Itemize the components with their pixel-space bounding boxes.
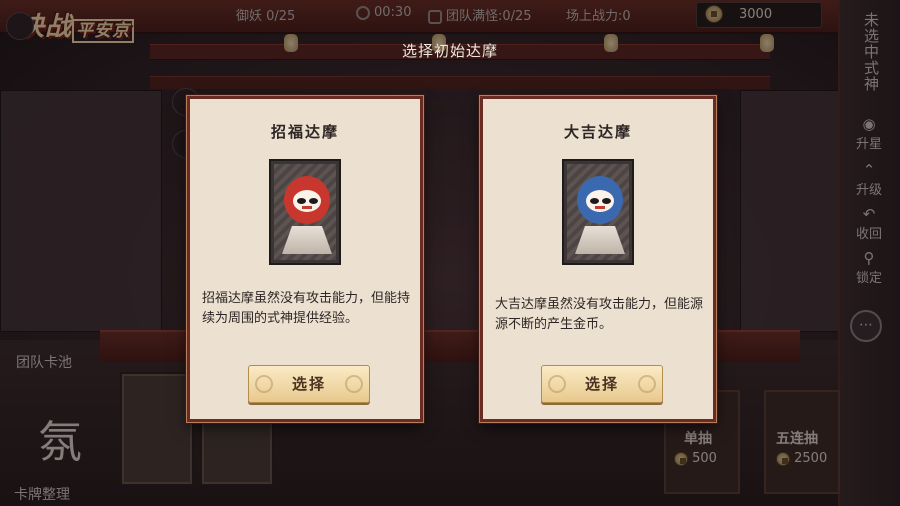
swirl-icon (638, 375, 656, 393)
card-description: 大吉达摩虽然没有攻击能力，但能源源不断的产生金币。 (495, 297, 704, 332)
blue-daruma-icon (577, 176, 623, 224)
swirl-icon (548, 375, 566, 393)
modal-title: 选择初始达摩 (401, 42, 498, 60)
daruma-card-fortune[interactable]: 招福达摩 招福达摩虽然没有攻击能力，但能持续为周围的式神提供经验。 选择 (186, 95, 424, 423)
red-daruma-icon (284, 176, 330, 224)
swirl-icon (255, 375, 273, 393)
daruma-portrait (562, 159, 634, 265)
daruma-card-luck[interactable]: 大吉达摩 大吉达摩虽然没有攻击能力，但能源源不断的产生金币。 选择 (479, 95, 717, 423)
select-button[interactable]: 选择 (541, 365, 663, 403)
select-button[interactable]: 选择 (248, 365, 370, 403)
daruma-portrait (269, 159, 341, 265)
card-name: 大吉达摩 (563, 123, 632, 141)
modal-backdrop (0, 0, 900, 506)
card-name: 招福达摩 (270, 123, 339, 141)
swirl-icon (345, 375, 363, 393)
card-description: 招福达摩虽然没有攻击能力，但能持续为周围的式神提供经验。 (202, 291, 411, 326)
